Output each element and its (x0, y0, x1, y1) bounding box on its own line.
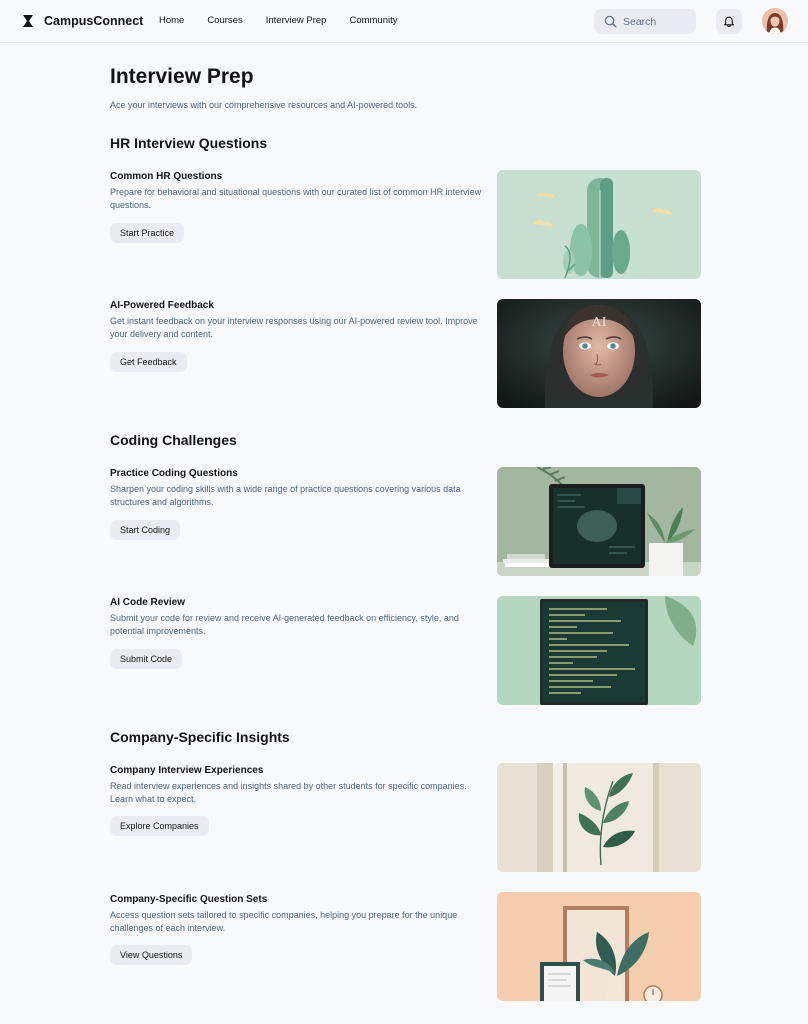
explore-companies-button[interactable]: Explore Companies (110, 816, 209, 836)
avatar[interactable] (762, 8, 788, 34)
nav-interview-prep[interactable]: Interview Prep (266, 15, 327, 26)
monitor-illustration (497, 467, 701, 576)
peach-desk-image (497, 892, 701, 1001)
bell-icon (724, 16, 734, 27)
card-title-question-sets: Company-Specific Question Sets (110, 894, 268, 905)
search-icon (604, 15, 617, 28)
avatar-image (762, 8, 788, 34)
trees-illustration (497, 170, 701, 279)
get-feedback-button[interactable]: Get Feedback (110, 352, 187, 372)
section-title-company: Company-Specific Insights (110, 729, 290, 745)
section-title-coding: Coding Challenges (110, 432, 237, 448)
card-desc-company-experiences: Read interview experiences and insights … (110, 781, 467, 804)
card-title-company-experiences: Company Interview Experiences (110, 765, 264, 776)
nav-home[interactable]: Home (159, 15, 184, 26)
search-input[interactable] (623, 15, 683, 28)
page-title: Interview Prep (110, 65, 254, 88)
page-subtitle: Ace your interviews with our comprehensi… (110, 100, 418, 110)
leaf-art-image (497, 763, 701, 872)
search-box[interactable] (594, 9, 696, 34)
card-title-ai-code-review: AI Code Review (110, 597, 186, 608)
card-title-ai-feedback: AI-Powered Feedback (110, 300, 214, 311)
card-desc-common-hr: Prepare for behavioral and situational q… (110, 187, 482, 210)
code-screen-image (497, 596, 701, 705)
brand[interactable]: CampusConnect (22, 13, 143, 29)
card-desc-practice-coding: Sharpen your coding skills with a wide r… (110, 484, 461, 507)
nav-community[interactable]: Community (349, 15, 397, 26)
brand-name: CampusConnect (44, 14, 144, 28)
view-questions-button[interactable]: View Questions (110, 945, 193, 965)
card-desc-question-sets: Access question sets tailored to specifi… (110, 910, 458, 933)
card-desc-ai-feedback: Get instant feedback on your interview r… (110, 316, 478, 339)
card-desc-ai-code-review: Submit your code for review and receive … (110, 613, 459, 636)
ai-face-image: AI (497, 299, 701, 408)
submit-code-button[interactable]: Submit Code (110, 649, 183, 669)
brand-icon (23, 15, 33, 27)
start-practice-button[interactable]: Start Practice (110, 223, 185, 243)
nav-courses[interactable]: Courses (207, 15, 242, 26)
card-title-practice-coding: Practice Coding Questions (110, 468, 238, 479)
card-title-common-hr: Common HR Questions (110, 171, 223, 182)
ai-label: AI (592, 315, 607, 330)
top-navigation-bar: CampusConnect Home Courses Interview Pre… (0, 0, 808, 43)
notifications-button[interactable] (716, 9, 742, 34)
main-nav: Home Courses Interview Prep Community (159, 15, 398, 26)
section-title-hr: HR Interview Questions (110, 135, 268, 151)
start-coding-button[interactable]: Start Coding (110, 520, 181, 540)
